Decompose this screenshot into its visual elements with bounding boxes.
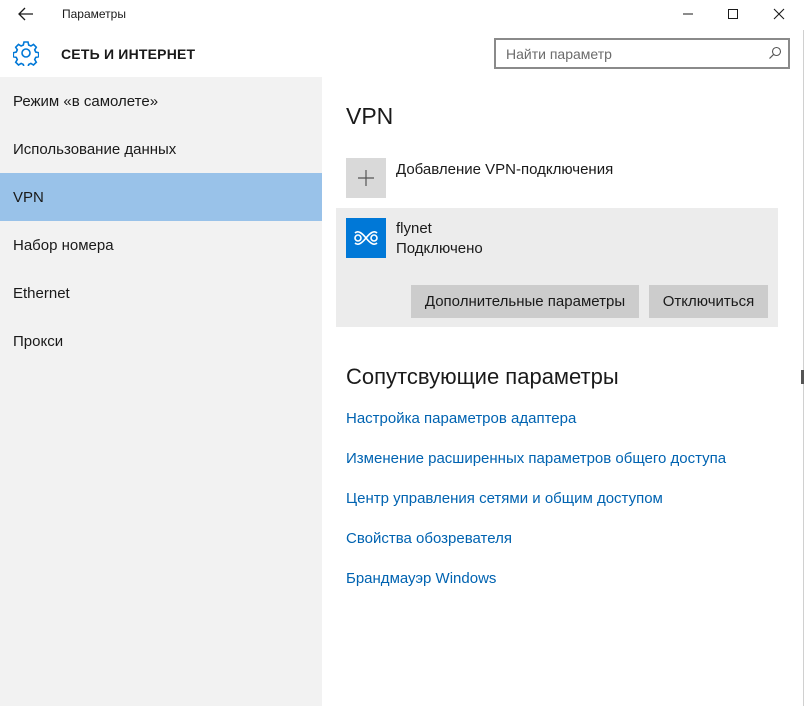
maximize-icon (728, 9, 738, 19)
minimize-icon (683, 13, 693, 15)
plus-icon (358, 170, 374, 186)
related-settings-title: Сопутсвующие параметры (346, 364, 619, 389)
search-icon[interactable] (768, 46, 782, 60)
search-box[interactable] (494, 38, 790, 69)
link-adapter-options[interactable]: Настройка параметров адаптера (346, 410, 576, 427)
link-internet-options[interactable]: Свойства обозревателя (346, 530, 512, 547)
link-advanced-sharing[interactable]: Изменение расширенных параметров общего … (346, 450, 726, 467)
search-input[interactable] (496, 40, 758, 67)
vpn-tile (346, 218, 386, 258)
gear-icon (13, 41, 39, 66)
window-title: Параметры (62, 7, 126, 21)
add-vpn-label[interactable]: Добавление VPN-подключения (396, 161, 613, 178)
close-button[interactable] (756, 0, 802, 28)
close-icon (773, 8, 785, 20)
back-button[interactable] (10, 2, 42, 26)
main-content: VPN Добавление VPN-подключения flynet По… (322, 77, 804, 706)
maximize-button[interactable] (710, 0, 756, 28)
back-arrow-icon (18, 7, 33, 21)
minimize-button[interactable] (665, 0, 711, 28)
link-windows-firewall[interactable]: Брандмауэр Windows (346, 570, 496, 587)
vpn-connection-name: flynet (396, 220, 432, 237)
sidebar-item-ethernet[interactable]: Ethernet (0, 269, 322, 317)
page-title: VPN (346, 103, 394, 129)
sidebar: Режим «в самолете» Использование данных … (0, 77, 322, 706)
section-title: СЕТЬ И ИНТЕРНЕТ (61, 46, 196, 62)
add-vpn-tile[interactable] (346, 158, 386, 198)
sidebar-item-dial-up[interactable]: Набор номера (0, 221, 322, 269)
sidebar-item-proxy[interactable]: Прокси (0, 317, 322, 365)
sidebar-item-airplane-mode[interactable]: Режим «в самолете» (0, 77, 322, 125)
vpn-link-icon (354, 231, 378, 245)
link-network-sharing-center[interactable]: Центр управления сетями и общим доступом (346, 490, 663, 507)
title-bar: Параметры (0, 0, 804, 30)
sidebar-item-data-usage[interactable]: Использование данных (0, 125, 322, 173)
add-vpn-connection[interactable]: Добавление VPN-подключения (346, 158, 766, 198)
sidebar-item-vpn[interactable]: VPN (0, 173, 322, 221)
vpn-connection-status: Подключено (396, 240, 483, 257)
vpn-connection-card[interactable]: flynet Подключено Дополнительные парамет… (336, 208, 778, 327)
advanced-options-button[interactable]: Дополнительные параметры (411, 285, 639, 318)
settings-header: СЕТЬ И ИНТЕРНЕТ (0, 30, 804, 77)
disconnect-button[interactable]: Отключиться (649, 285, 768, 318)
